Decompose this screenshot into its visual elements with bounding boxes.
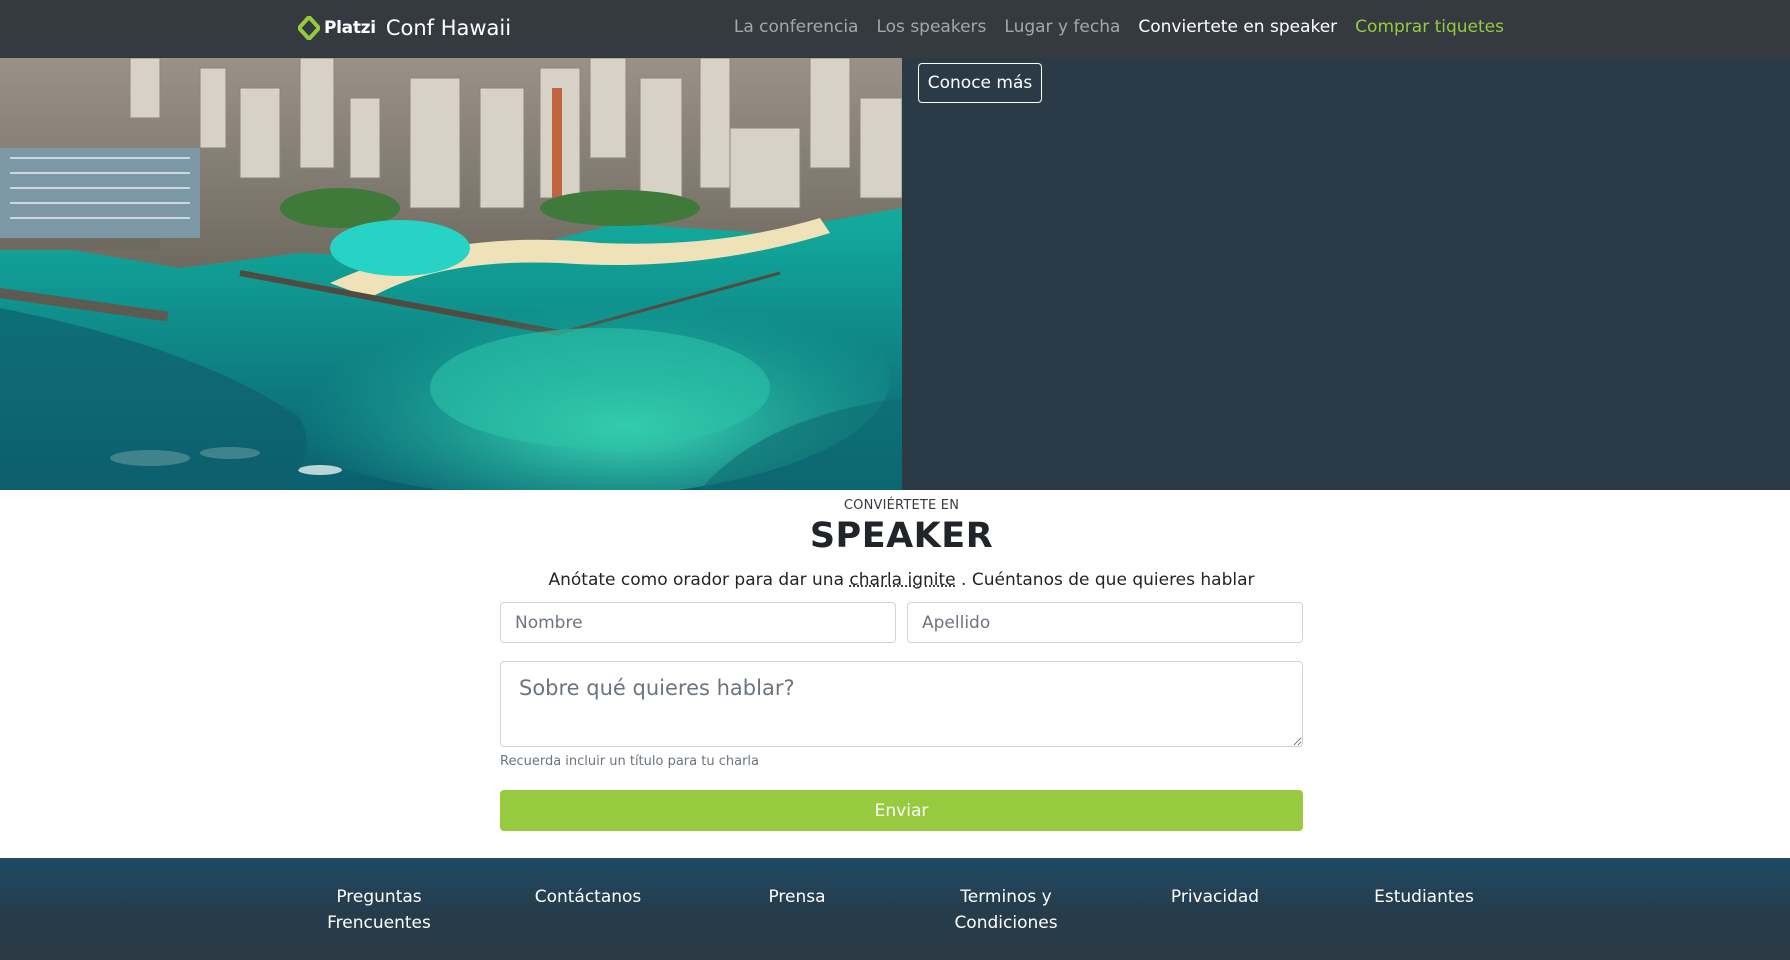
brand-name[interactable]: Conf Hawaii xyxy=(386,16,511,40)
footer-link-line: Estudiantes xyxy=(1334,884,1514,910)
subtitle-text-after: . Cuéntanos de que quieres hablar xyxy=(956,570,1255,590)
last-name-input[interactable] xyxy=(907,602,1303,643)
brand[interactable]: Platzi Conf Hawaii xyxy=(298,12,511,44)
footer-link-line: Privacidad xyxy=(1125,884,1305,910)
hawaii-aerial-photo xyxy=(0,58,902,490)
submit-button[interactable]: Enviar xyxy=(500,790,1303,831)
charla-ignite-abbr[interactable]: charla ignite xyxy=(849,570,955,590)
footer-link-preguntas-frecuentes[interactable]: Preguntas Frencuentes xyxy=(289,884,469,936)
footer-link-line: Condiciones xyxy=(916,910,1096,936)
platzi-logo-icon xyxy=(298,16,320,40)
nav-link-conviertete-speaker[interactable]: Conviertete en speaker xyxy=(1138,17,1337,37)
nav-link-speakers[interactable]: Los speakers xyxy=(876,17,986,37)
footer-link-prensa[interactable]: Prensa xyxy=(707,884,887,910)
speaker-subtitle: Anótate como orador para dar una charla … xyxy=(0,570,1790,590)
nav-links: La conferencia Los speakers Lugar y fech… xyxy=(716,0,1504,54)
footer-link-line: Terminos y xyxy=(916,884,1096,910)
nav-link-comprar-tiquetes[interactable]: Comprar tiquetes xyxy=(1355,17,1504,37)
footer-link-line: Contáctanos xyxy=(498,884,678,910)
footer-link-line: Prensa xyxy=(707,884,887,910)
nav-link-conferencia[interactable]: La conferencia xyxy=(734,17,859,37)
speaker-kicker: CONVIÉRTETE EN xyxy=(0,498,1790,513)
logo-text: Platzi xyxy=(324,18,376,38)
platzi-logo[interactable]: Platzi xyxy=(298,16,376,40)
topic-textarea[interactable] xyxy=(500,661,1303,747)
footer-link-contactanos[interactable]: Contáctanos xyxy=(498,884,678,910)
hero-image xyxy=(0,58,902,490)
footer: Preguntas Frencuentes Contáctanos Prensa… xyxy=(0,858,1790,960)
footer-link-estudiantes[interactable]: Estudiantes xyxy=(1334,884,1514,910)
hero-section: Conoce más xyxy=(0,58,1790,490)
nav-link-lugar-fecha[interactable]: Lugar y fecha xyxy=(1004,17,1120,37)
conoce-mas-button[interactable]: Conoce más xyxy=(918,63,1042,103)
navbar: Platzi Conf Hawaii La conferencia Los sp… xyxy=(0,0,1790,58)
footer-link-line: Frencuentes xyxy=(289,910,469,936)
footer-link-privacidad[interactable]: Privacidad xyxy=(1125,884,1305,910)
first-name-input[interactable] xyxy=(500,602,896,643)
footer-link-terminos-condiciones[interactable]: Terminos y Condiciones xyxy=(916,884,1096,936)
topic-help-text: Recuerda incluir un título para tu charl… xyxy=(500,754,759,769)
footer-link-line: Preguntas xyxy=(289,884,469,910)
speaker-heading: SPEAKER xyxy=(0,516,1790,556)
subtitle-text-before: Anótate como orador para dar una xyxy=(548,570,849,590)
